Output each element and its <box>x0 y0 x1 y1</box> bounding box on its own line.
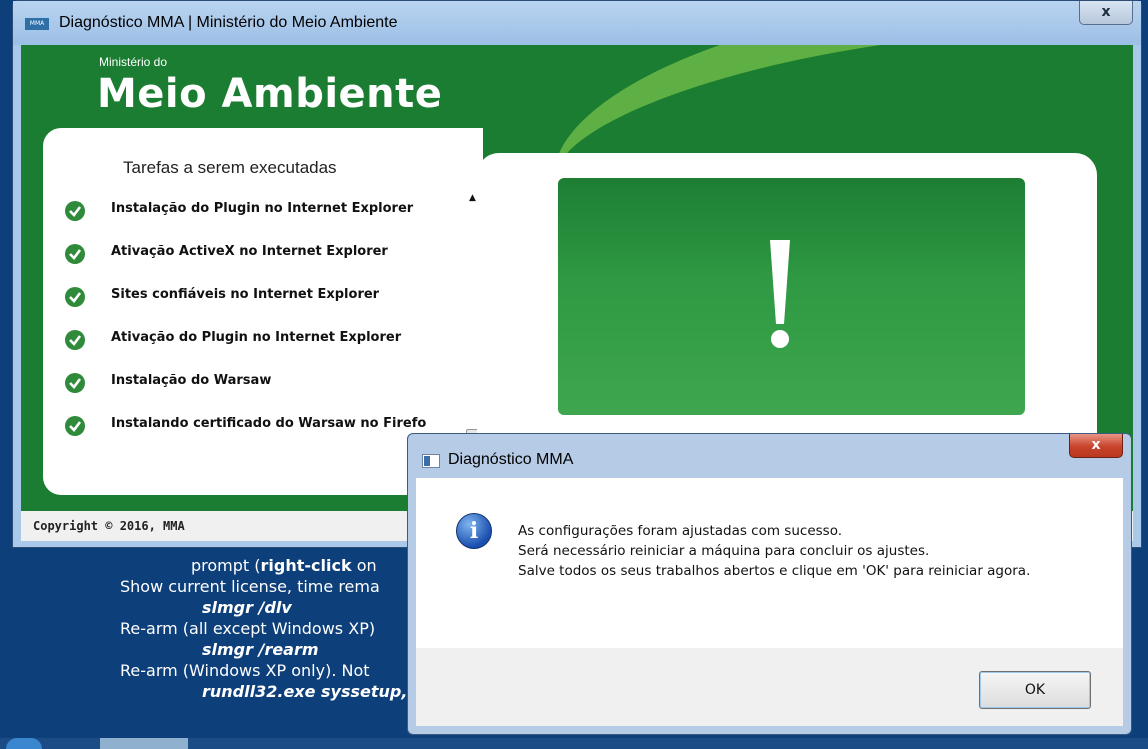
dialog-content: i As configurações foram ajustadas com s… <box>416 478 1123 648</box>
check-icon <box>65 201 85 221</box>
bg-cmd-1: slmgr /dlv <box>202 598 292 617</box>
task-label: Instalação do Plugin no Internet Explore… <box>111 201 414 216</box>
task-item: Ativação do Plugin no Internet Explorer <box>63 327 463 370</box>
check-icon <box>65 330 85 350</box>
tasks-heading: Tarefas a serem executadas <box>123 158 337 177</box>
task-list: Instalação do Plugin no Internet Explore… <box>63 198 463 456</box>
scroll-up-arrow-icon[interactable]: ▲ <box>469 193 476 203</box>
check-icon <box>65 373 85 393</box>
exclamation-dot-icon <box>771 330 789 348</box>
task-label: Sites confiáveis no Internet Explorer <box>111 287 380 302</box>
bg-line-1: prompt (right-click on <box>191 556 377 575</box>
dialog-title: Diagnóstico MMA <box>448 451 574 468</box>
message-line: Será necessário reiniciar a máquina para… <box>518 543 930 559</box>
brand-subtitle: Ministério do <box>99 55 168 69</box>
window-title: Diagnóstico MMA | Ministério do Meio Amb… <box>59 14 398 31</box>
bg-cmd-3: rundll32.exe syssetup, <box>202 682 408 701</box>
check-icon <box>65 244 85 264</box>
task-item: Instalando certificado do Warsaw no Fire… <box>63 413 463 456</box>
task-item: Instalação do Plugin no Internet Explore… <box>63 198 463 241</box>
message-dialog: Diagnóstico MMA x i As configurações for… <box>407 433 1132 735</box>
bg-line-3: Re-arm (all except Windows XP) <box>120 619 376 638</box>
task-item: Sites confiáveis no Internet Explorer <box>63 284 463 327</box>
dialog-message: As configurações foram ajustadas com suc… <box>518 521 1108 581</box>
brand-title: Meio Ambiente <box>97 71 443 117</box>
dialog-close-button[interactable]: x <box>1069 434 1123 458</box>
task-label: Instalando certificado do Warsaw no Fire… <box>111 416 427 431</box>
task-item: Ativação ActiveX no Internet Explorer <box>63 241 463 284</box>
app-logo-icon: MMA <box>25 18 49 30</box>
main-close-button[interactable]: x <box>1079 1 1133 25</box>
main-titlebar[interactable]: MMA Diagnóstico MMA | Ministério do Meio… <box>13 1 1141 45</box>
ok-button[interactable]: OK <box>979 671 1091 709</box>
task-label: Instalação do Warsaw <box>111 373 272 388</box>
task-item: Instalação do Warsaw <box>63 370 463 413</box>
copyright-text: Copyright © 2016, MMA <box>33 519 185 533</box>
taskbar-item[interactable] <box>100 738 188 749</box>
message-line: As configurações foram ajustadas com suc… <box>518 523 843 539</box>
taskbar <box>0 738 1148 749</box>
exclamation-icon <box>770 240 790 324</box>
info-icon: i <box>456 513 492 549</box>
bg-line-4: Re-arm (Windows XP only). Not <box>120 661 370 680</box>
start-button[interactable] <box>6 738 42 749</box>
desktop-background-text: prompt (right-click on Show current lice… <box>120 555 420 702</box>
check-icon <box>65 287 85 307</box>
dialog-window-icon <box>422 454 440 468</box>
check-icon <box>65 416 85 436</box>
message-line: Salve todos os seus trabalhos abertos e … <box>518 563 1031 579</box>
dialog-footer: OK <box>416 648 1123 726</box>
task-label: Ativação ActiveX no Internet Explorer <box>111 244 388 259</box>
bg-cmd-2: slmgr /rearm <box>202 640 319 659</box>
dialog-titlebar[interactable]: Diagnóstico MMA x <box>408 434 1131 478</box>
warning-indicator <box>558 178 1025 415</box>
bg-line-2: Show current license, time rema <box>120 577 380 596</box>
task-label: Ativação do Plugin no Internet Explorer <box>111 330 402 345</box>
